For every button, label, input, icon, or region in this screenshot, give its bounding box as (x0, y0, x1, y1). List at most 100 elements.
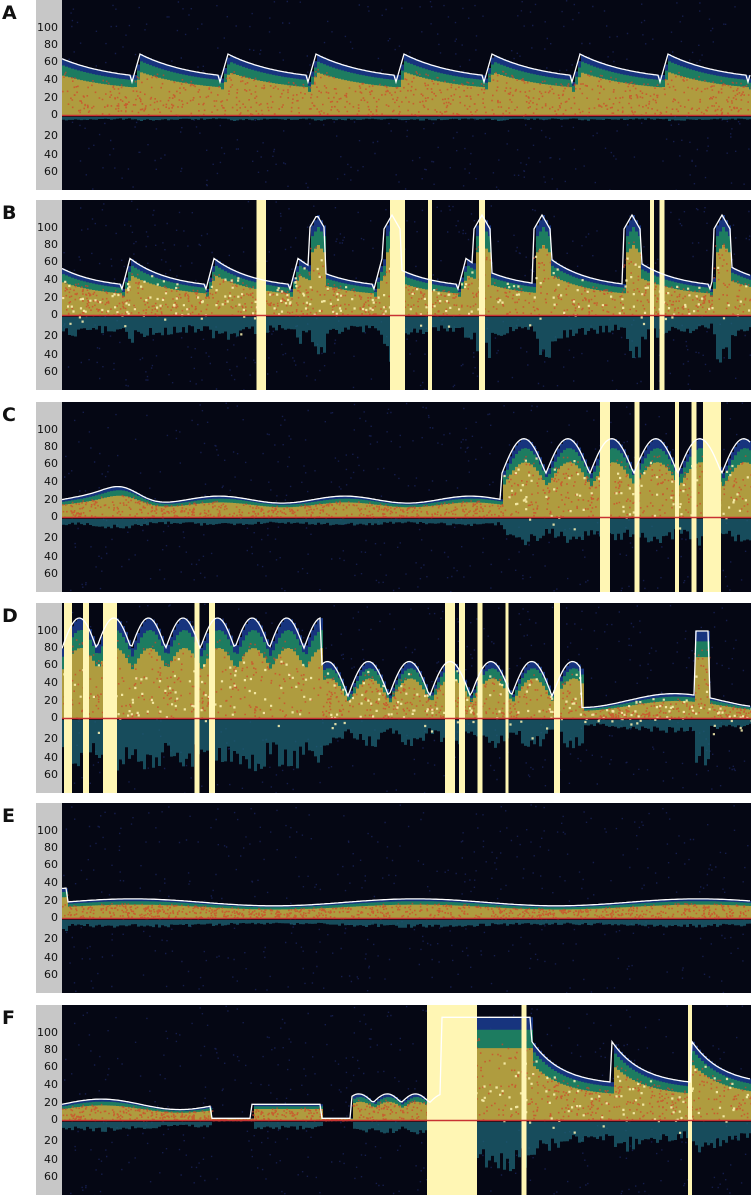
artifact-column (83, 603, 89, 793)
scale-tick-label: 40 (44, 348, 58, 361)
doppler-spectrogram (62, 803, 751, 993)
scale-tick-label: 60 (44, 457, 58, 470)
spectral-panel-d: D 100 80 60 40 20 0 20 40 60 (0, 603, 751, 793)
artifact-column (554, 603, 560, 793)
scale-tick-label: 40 (44, 148, 58, 161)
scale-tick-label: 40 (44, 951, 58, 964)
scale-tick-label: 20 (44, 694, 58, 707)
doppler-spectrogram (62, 1005, 751, 1195)
scale-tick-label: 80 (44, 1043, 58, 1056)
scale-tick-label: 0 (51, 911, 58, 924)
spectral-panel-f: F 100 80 60 40 20 0 20 40 60 (0, 1005, 751, 1195)
scale-tick-label: 80 (44, 440, 58, 453)
artifact-column (209, 603, 215, 793)
artifact-column (688, 1005, 692, 1195)
scale-tick-label: 60 (44, 968, 58, 981)
artifact-column (479, 200, 485, 390)
scale-tick-label: 60 (44, 858, 58, 871)
artifact-column (675, 402, 679, 592)
artifact-column (428, 200, 432, 390)
scale-tick-label: 0 (51, 510, 58, 523)
scale-tick-label: 60 (44, 165, 58, 178)
artifact-column (691, 402, 697, 592)
scale-tick-label: 80 (44, 641, 58, 654)
panel-label: C (2, 404, 16, 426)
scale-tick-label: 0 (51, 1113, 58, 1126)
spectrum-neg (62, 117, 751, 121)
panel-label: F (2, 1007, 15, 1029)
artifact-column (390, 200, 400, 390)
artifact-column (634, 402, 640, 592)
artifact-column (659, 200, 665, 390)
scale-tick-label: 80 (44, 841, 58, 854)
scale-tick-label: 40 (44, 273, 58, 286)
spectrum-neg (62, 920, 751, 931)
scale-tick-label: 0 (51, 711, 58, 724)
scale-tick-label: 60 (44, 255, 58, 268)
scale-tick-label: 0 (51, 308, 58, 321)
doppler-spectrogram (62, 402, 751, 592)
scale-tick-label: 0 (51, 108, 58, 121)
panel-label: B (2, 202, 17, 224)
artifact-column (703, 402, 721, 592)
scale-tick-label: 40 (44, 876, 58, 889)
scale-tick-label: 20 (44, 932, 58, 945)
doppler-spectrogram (62, 603, 751, 793)
spectral-panel-e: E 100 80 60 40 20 0 20 40 60 (0, 803, 751, 993)
artifact-column (194, 603, 200, 793)
scale-tick-label: 80 (44, 38, 58, 51)
scale-tick-label: 100 (37, 221, 58, 234)
spectral-panel-c: C 100 80 60 40 20 0 20 40 60 (0, 402, 751, 592)
scale-tick-label: 40 (44, 73, 58, 86)
scale-tick-label: 60 (44, 55, 58, 68)
scale-tick-label: 60 (44, 1170, 58, 1183)
artifact-column (477, 603, 483, 793)
scale-tick-label: 20 (44, 1096, 58, 1109)
artifact-column (459, 603, 465, 793)
scale-tick-label: 80 (44, 238, 58, 251)
scale-tick-label: 20 (44, 894, 58, 907)
scale-tick-label: 20 (44, 129, 58, 142)
scale-tick-label: 40 (44, 751, 58, 764)
scale-tick-label: 100 (37, 21, 58, 34)
scale-tick-label: 20 (44, 91, 58, 104)
doppler-spectrogram (62, 200, 751, 390)
scale-tick-label: 60 (44, 365, 58, 378)
scale-tick-label: 40 (44, 1078, 58, 1091)
scale-tick-label: 60 (44, 1060, 58, 1073)
spectrum-core (62, 462, 751, 517)
scale-tick-label: 100 (37, 1026, 58, 1039)
panel-label: A (2, 2, 17, 24)
artifact-column (445, 603, 455, 793)
scale-tick-label: 60 (44, 567, 58, 580)
scale-tick-label: 20 (44, 732, 58, 745)
scale-tick-label: 100 (37, 423, 58, 436)
spectrum-neg (62, 720, 751, 772)
spectral-panel-b: B 100 80 60 40 20 0 20 40 60 (0, 200, 751, 390)
panel-label: D (2, 605, 18, 627)
artifact-column (103, 603, 117, 793)
scale-tick-label: 20 (44, 531, 58, 544)
spectrum-neg (62, 1122, 751, 1172)
doppler-spectrogram (62, 0, 751, 190)
artifact-column (505, 603, 509, 793)
spectrum-neg (62, 519, 751, 546)
scale-tick-label: 60 (44, 658, 58, 671)
artifact-column (650, 200, 654, 390)
scale-tick-label: 20 (44, 291, 58, 304)
scale-tick-label: 60 (44, 768, 58, 781)
spectral-panel-a: A 100 80 60 40 20 0 20 40 60 (0, 0, 751, 190)
scale-tick-label: 20 (44, 329, 58, 342)
scale-tick-label: 20 (44, 1134, 58, 1147)
artifact-column (256, 200, 260, 390)
artifact-column (427, 1005, 477, 1195)
scale-tick-label: 20 (44, 493, 58, 506)
scale-tick-label: 40 (44, 676, 58, 689)
panel-label: E (2, 805, 15, 827)
scale-tick-label: 100 (37, 624, 58, 637)
scale-tick-label: 40 (44, 475, 58, 488)
scale-tick-label: 40 (44, 1153, 58, 1166)
scale-tick-label: 100 (37, 824, 58, 837)
artifact-column (600, 402, 610, 592)
scale-tick-label: 40 (44, 550, 58, 563)
